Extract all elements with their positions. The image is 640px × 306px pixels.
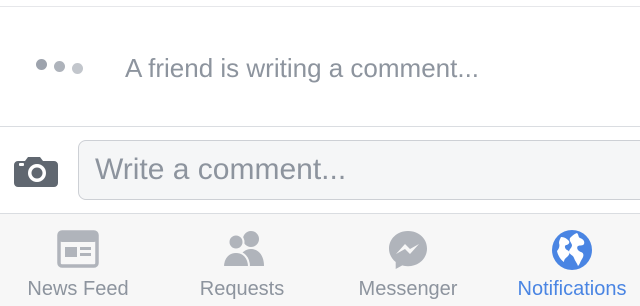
camera-icon[interactable] bbox=[14, 154, 60, 188]
bottom-tab-bar: News Feed Requests Messenger Notificatio… bbox=[0, 214, 640, 306]
tab-label: Messenger bbox=[358, 278, 458, 300]
tab-label: Notifications bbox=[517, 278, 627, 300]
tab-notifications[interactable]: Notifications bbox=[492, 214, 640, 306]
globe-icon bbox=[550, 228, 594, 272]
typing-dot bbox=[36, 59, 47, 70]
messenger-icon bbox=[386, 228, 430, 272]
tab-requests[interactable]: Requests bbox=[162, 214, 322, 306]
tab-label: News Feed bbox=[27, 278, 129, 300]
friend-requests-icon bbox=[220, 228, 264, 272]
tab-label: Requests bbox=[199, 278, 285, 300]
typing-indicator-row: A friend is writing a comment... bbox=[0, 7, 640, 126]
comment-composer bbox=[0, 127, 640, 213]
typing-dot bbox=[54, 61, 65, 72]
tab-news-feed[interactable]: News Feed bbox=[0, 214, 156, 306]
tab-messenger[interactable]: Messenger bbox=[330, 214, 486, 306]
news-feed-icon bbox=[56, 228, 100, 272]
comment-input[interactable] bbox=[78, 140, 640, 200]
typing-dot bbox=[72, 63, 83, 74]
typing-indicator-text: A friend is writing a comment... bbox=[125, 53, 480, 83]
